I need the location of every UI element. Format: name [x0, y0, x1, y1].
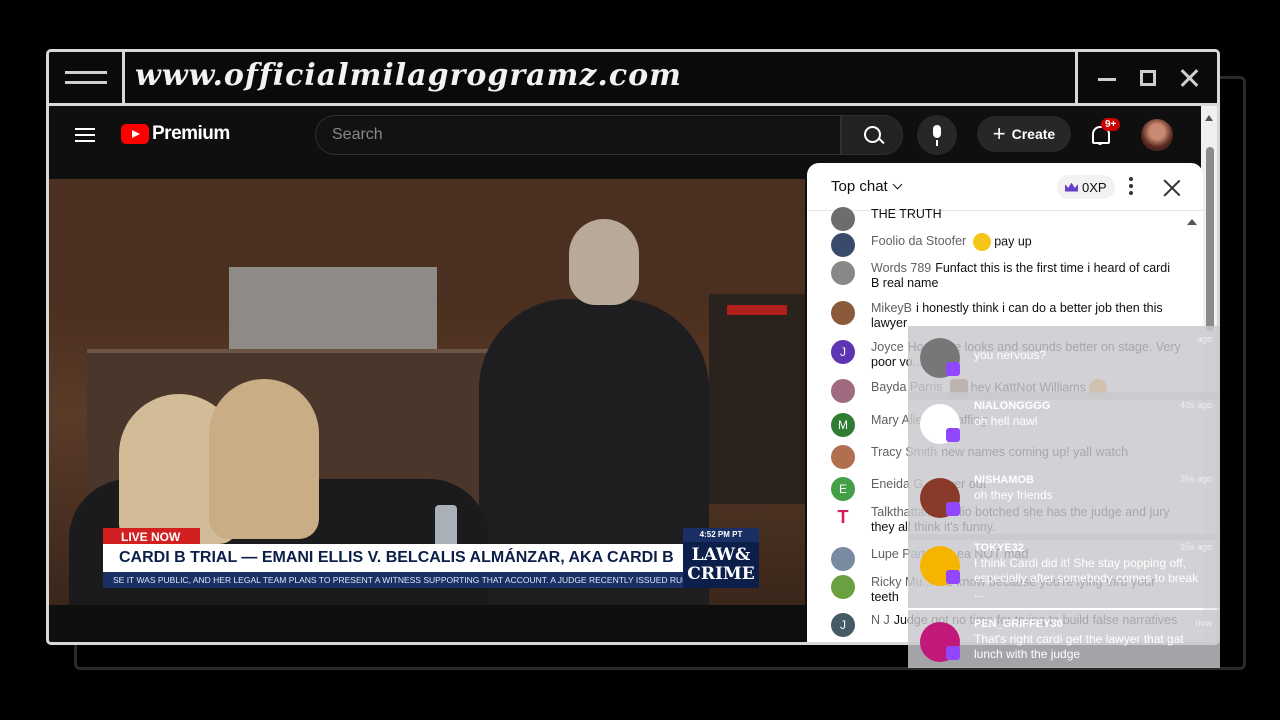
- search-icon[interactable]: [841, 115, 903, 155]
- chat-text: THE TRUTH: [871, 207, 942, 221]
- chat-avatar[interactable]: T: [831, 505, 855, 529]
- overlay-notification: NIALONGGGG oh hell nawl 40s ago: [908, 392, 1220, 466]
- search-input[interactable]: Search: [315, 115, 841, 155]
- video-player[interactable]: LIVE NOW CARDI B TRIAL — EMANI ELLIS V. …: [49, 179, 805, 605]
- chat-avatar[interactable]: [831, 379, 855, 403]
- chat-author[interactable]: N J: [871, 613, 890, 627]
- law-and-crime-logo: LAW& CRIME: [683, 542, 759, 588]
- clock-display: [727, 305, 787, 315]
- overlay-timestamp: 40s ago: [1179, 400, 1212, 410]
- guide-menu-icon[interactable]: [75, 128, 95, 142]
- chat-message-body: Foolio da Stoofer pay up: [831, 233, 1181, 251]
- twitch-icon: [946, 362, 960, 376]
- youtube-premium-logo[interactable]: Premium: [121, 123, 230, 145]
- logo-line-2: CRIME: [687, 564, 755, 584]
- attendee-figure: [209, 379, 319, 539]
- maximize-icon[interactable]: [1137, 67, 1159, 89]
- overlay-notification: you nervous? ago: [908, 326, 1220, 400]
- overlay-username: NISHAMOB: [974, 474, 1034, 486]
- overlay-username: TOKYE32: [974, 542, 1024, 554]
- overlay-message: you nervous?: [974, 348, 1047, 362]
- scroll-up-arrow-icon[interactable]: [1205, 115, 1213, 121]
- twitch-icon: [946, 646, 960, 660]
- more-options-icon[interactable]: [1129, 177, 1133, 195]
- chat-message-body: Words 789 Funfact this is the first time …: [831, 261, 1181, 291]
- broadcast-time: 4:52 PM PT: [683, 528, 759, 542]
- twitch-icon: [946, 502, 960, 516]
- window-controls: [1075, 52, 1217, 103]
- lawyer-head: [569, 219, 639, 305]
- courtroom-rack: [709, 294, 805, 504]
- logo-line-1: LAW&: [691, 545, 751, 565]
- overlay-message: oh they friends: [974, 488, 1053, 502]
- headline: CARDI B TRIAL — EMANI ELLIS V. BELCALIS …: [103, 544, 683, 572]
- overlay-timestamp: 35s ago: [1179, 474, 1212, 484]
- chat-author[interactable]: Joyce: [871, 340, 904, 354]
- scrollbar-thumb[interactable]: [1206, 147, 1214, 331]
- window-titlebar: www.officialmilagrogramz.com: [49, 52, 1217, 106]
- chat-avatar[interactable]: J: [831, 613, 855, 637]
- chat-message: Words 789 Funfact this is the first time …: [831, 261, 1181, 291]
- chat-avatar[interactable]: [831, 547, 855, 571]
- xp-badge[interactable]: 0XP: [1057, 175, 1115, 199]
- chat-avatar[interactable]: E: [831, 477, 855, 501]
- chat-avatar[interactable]: [831, 261, 855, 285]
- microphone-icon[interactable]: [917, 115, 957, 155]
- overlay-timestamp: 35s ago: [1179, 542, 1212, 552]
- window-menu-button[interactable]: [49, 52, 125, 103]
- create-label: Create: [1011, 126, 1056, 142]
- overlay-notification: TOKYE32 I think Cardi did it! She stay po…: [908, 534, 1220, 608]
- overlay-timestamp: now: [1195, 618, 1212, 628]
- account-avatar[interactable]: [1141, 119, 1173, 151]
- overlay-message: oh hell nawl: [974, 414, 1038, 428]
- chat-author[interactable]: MikeyB: [871, 301, 912, 315]
- chat-author[interactable]: Foolio da Stoofer: [871, 234, 966, 248]
- courtroom-equipment: [229, 267, 437, 357]
- overlay-message: I think Cardi did it! She stay popping o…: [974, 556, 1199, 600]
- twitch-icon: [946, 570, 960, 584]
- notification-badge: 9+: [1101, 118, 1121, 131]
- xp-label: 0XP: [1082, 179, 1107, 195]
- overlay-username: PEN_GRIFFEY30: [974, 618, 1063, 630]
- youtube-header: Premium Search + Create 9+: [49, 106, 1217, 164]
- overlay-message: That's right cardi get the lawyer that g…: [974, 632, 1184, 661]
- minimize-icon[interactable]: [1096, 67, 1118, 89]
- chat-avatar[interactable]: [831, 207, 855, 231]
- chevron-down-icon: [892, 179, 903, 190]
- chat-message-body: THE TRUTH: [831, 207, 1181, 222]
- chat-author[interactable]: Words 789: [871, 261, 931, 275]
- logo-text: Premium: [152, 123, 230, 144]
- twitch-icon: [946, 428, 960, 442]
- close-chat-icon[interactable]: [1161, 177, 1183, 199]
- chat-avatar[interactable]: [831, 233, 855, 257]
- chat-scroll-up-icon[interactable]: [1187, 219, 1197, 225]
- plus-icon: +: [992, 121, 1006, 146]
- chat-text: pay up: [994, 234, 1032, 249]
- chat-message: THE TRUTH: [831, 207, 1181, 231]
- youtube-play-icon: [121, 124, 149, 144]
- overlay-notification: NISHAMOB oh they friends 35s ago: [908, 466, 1220, 540]
- top-chat-dropdown[interactable]: Top chat: [831, 178, 903, 195]
- site-title: www.officialmilagrogramz.com: [135, 58, 682, 93]
- laughing-emoji-icon: [973, 233, 992, 251]
- overlay-timestamp: ago: [1196, 334, 1212, 344]
- close-window-icon[interactable]: [1178, 67, 1200, 89]
- chat-avatar[interactable]: J: [831, 340, 855, 364]
- chat-avatar[interactable]: M: [831, 413, 855, 437]
- chat-header: Top chat 0XP: [807, 163, 1203, 211]
- chat-message: Foolio da Stoofer pay up: [831, 233, 1181, 257]
- create-button[interactable]: + Create: [977, 116, 1071, 152]
- top-chat-label: Top chat: [831, 178, 888, 195]
- chat-avatar[interactable]: [831, 445, 855, 469]
- overlay-notification: PEN_GRIFFEY30 That's right cardi get the …: [908, 610, 1220, 668]
- chat-avatar[interactable]: [831, 301, 855, 325]
- chat-avatar[interactable]: [831, 575, 855, 599]
- news-ticker: SE IT WAS PUBLIC, AND HER LEGAL TEAM PLA…: [103, 572, 683, 588]
- crown-icon: [1065, 182, 1078, 192]
- overlay-username: NIALONGGGG: [974, 400, 1051, 412]
- news-lower-third: LIVE NOW CARDI B TRIAL — EMANI ELLIS V. …: [103, 528, 759, 590]
